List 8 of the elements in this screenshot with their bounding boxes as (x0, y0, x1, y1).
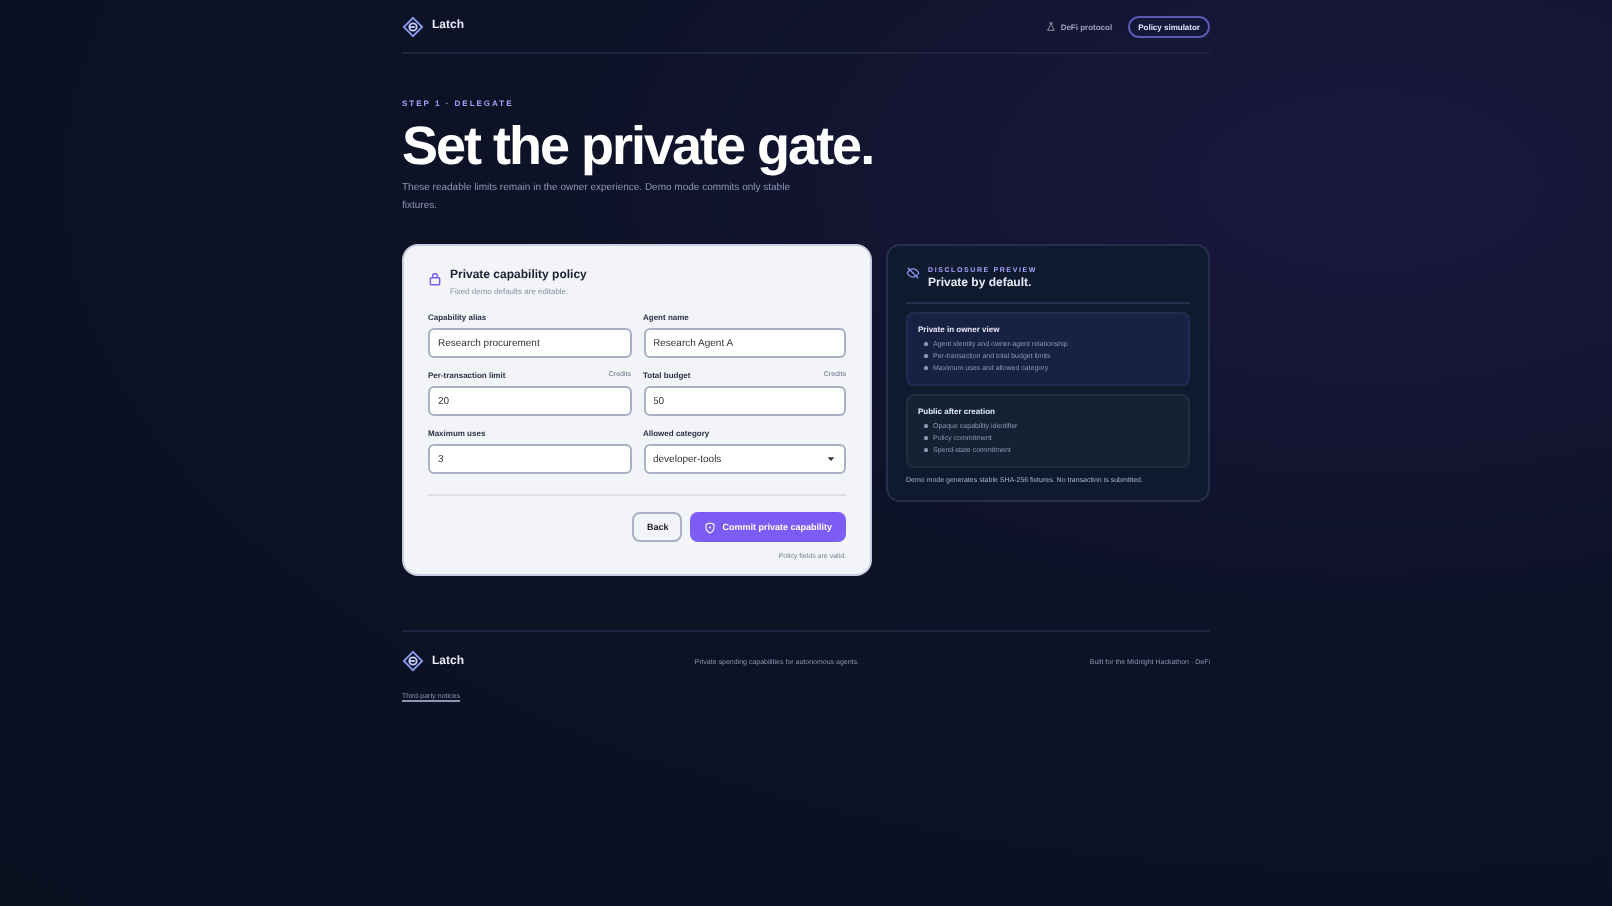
logo-icon (402, 15, 424, 37)
flask-icon (1046, 21, 1057, 31)
caret-icon (826, 454, 836, 464)
page-title: Set the private gate. (402, 116, 876, 176)
shield-icon (704, 521, 717, 533)
lock-icon (428, 272, 442, 286)
eye-off-icon (906, 266, 920, 280)
logo-icon (402, 650, 424, 672)
